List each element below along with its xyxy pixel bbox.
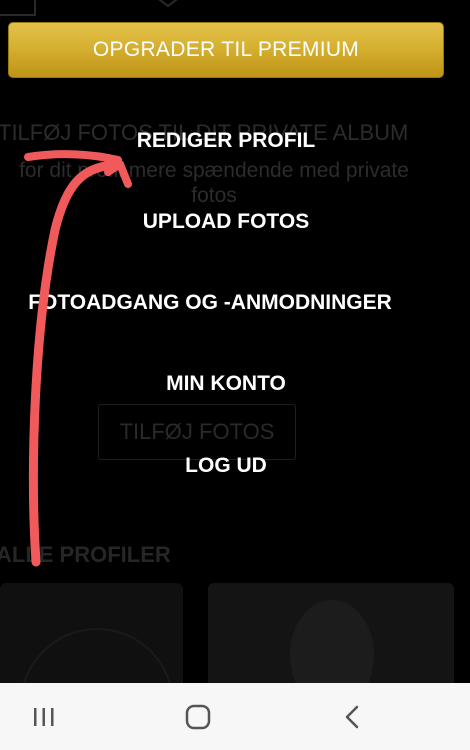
chevron-down-icon	[158, 0, 178, 8]
menu-icon	[0, 0, 36, 16]
upgrade-premium-button[interactable]: OPGRADER TIL PREMIUM	[8, 22, 444, 78]
home-button[interactable]	[158, 683, 238, 750]
recents-icon	[34, 707, 54, 726]
home-icon	[185, 704, 211, 729]
recents-button[interactable]	[4, 683, 84, 750]
menu-item-edit-profile[interactable]: REDIGER PROFIL	[0, 129, 452, 153]
add-photos-button: TILFØJ FOTOS	[98, 404, 296, 460]
background-content: TILFØJ FOTOS TIL DIT PRIVATE ALBUM for d…	[0, 0, 470, 683]
profiles-title: ALLE PROFILER	[0, 542, 171, 567]
system-navigation-bar	[0, 683, 470, 750]
back-icon	[345, 705, 359, 728]
menu-item-upload-photos[interactable]: UPLOAD FOTOS	[0, 210, 452, 234]
menu-item-my-account[interactable]: MIN KONTO	[0, 372, 452, 396]
back-button[interactable]	[312, 683, 392, 750]
menu-item-photo-access[interactable]: FOTOADGANG OG -ANMODNINGER	[0, 291, 436, 315]
menu-item-logout[interactable]: LOG UD	[0, 454, 452, 478]
album-description: for dit profil mere spændende med privat…	[19, 159, 409, 207]
